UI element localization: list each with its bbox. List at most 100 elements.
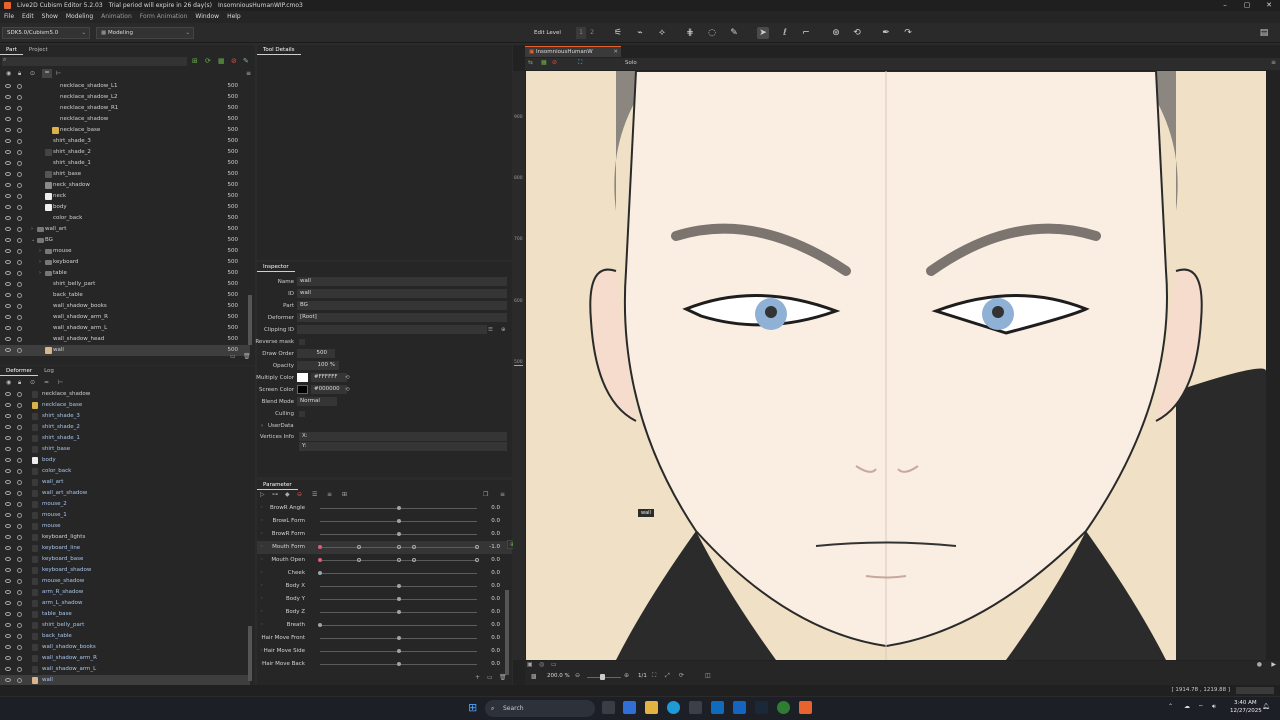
lock-toggle-icon[interactable] [17, 645, 22, 650]
lock-toggle-icon[interactable] [17, 656, 22, 661]
deformer-row[interactable]: wall_shadow_arm_L [0, 664, 250, 675]
part-row[interactable]: › wall_art 500 [0, 224, 250, 235]
visibility-eye-icon[interactable] [5, 557, 11, 561]
list-icon[interactable]: ☰ [312, 491, 317, 498]
parameter-slider[interactable] [320, 625, 477, 626]
parameter-value[interactable]: -1.0 [486, 541, 500, 554]
parameter-value[interactable]: 0.0 [486, 567, 500, 580]
part-row[interactable]: neck 500 [0, 191, 250, 202]
visibility-eye-icon[interactable] [5, 326, 11, 330]
parameter-row[interactable]: Body Z 0.0 ◦ [257, 606, 512, 619]
vr-icon[interactable]: ◫ [705, 672, 711, 679]
parameter-knob[interactable] [318, 545, 322, 549]
parameter-row[interactable]: BrowR Form 0.0 ◦ [257, 528, 512, 541]
close-icon[interactable]: ✕ [1258, 0, 1280, 11]
deformer-row[interactable]: shirt_shade_2 [0, 422, 250, 433]
visibility-eye-icon[interactable] [5, 128, 11, 132]
transform-icon[interactable]: ⊛ [830, 27, 842, 39]
lock-toggle-icon[interactable] [17, 491, 22, 496]
add-parameter-icon[interactable]: + [475, 674, 480, 681]
lock-toggle-icon[interactable] [17, 579, 22, 584]
outlook-icon[interactable] [711, 701, 724, 714]
part-row[interactable]: shirt_shade_1 500 [0, 158, 250, 169]
deformer-row[interactable]: shirt_shade_3 [0, 411, 250, 422]
visibility-eye-icon[interactable] [5, 392, 11, 396]
lock-toggle-icon[interactable] [17, 238, 22, 243]
parameter-link-icon[interactable]: ◦ [260, 528, 263, 541]
menu-edit[interactable]: Edit [18, 11, 38, 23]
zoom-slider-handle[interactable] [600, 674, 605, 680]
grid-part-icon[interactable]: ▦ [218, 57, 225, 65]
parameter-knob[interactable] [396, 649, 401, 653]
visibility-eye-icon[interactable] [5, 535, 11, 539]
lock-toggle-icon[interactable] [17, 535, 22, 540]
parameter-row[interactable]: BrowR Angle 0.0 ◦ [257, 502, 512, 515]
copy-icon[interactable]: ❐ [483, 491, 488, 498]
visibility-eye-icon[interactable] [5, 403, 11, 407]
visibility-eye-icon[interactable] [5, 447, 11, 451]
lock-toggle-icon[interactable] [17, 337, 22, 342]
notification-icon[interactable]: 🔔︎ [1262, 703, 1270, 710]
parameter-scrollbar[interactable] [505, 590, 509, 675]
parameter-row[interactable]: Mouth Open 0.0 ◦ [257, 554, 512, 567]
deformer-row[interactable]: keyboard_lights [0, 532, 250, 543]
parameter-link-icon[interactable]: ◦ [260, 658, 263, 671]
expand-arrow-icon[interactable]: › [31, 224, 33, 235]
visibility-eye-icon[interactable] [5, 414, 11, 418]
parameter-knob[interactable] [396, 506, 401, 510]
visibility-eye-icon[interactable] [5, 524, 11, 528]
keyform-dot[interactable] [412, 558, 417, 562]
delete-icon[interactable]: ⊘ [231, 57, 237, 65]
lock-toggle-icon[interactable] [17, 502, 22, 507]
visibility-eye-icon[interactable] [5, 205, 11, 209]
visibility-eye-icon[interactable] [5, 139, 11, 143]
close-icon[interactable]: ✕ [613, 47, 618, 57]
parameter-slider[interactable] [320, 573, 477, 574]
collapse-icon[interactable]: = [42, 69, 52, 78]
visibility-eye-icon[interactable] [5, 183, 11, 187]
visibility-eye-icon[interactable] [5, 95, 11, 99]
visibility-eye-icon[interactable] [5, 249, 11, 253]
parameter-value[interactable]: 0.0 [486, 528, 500, 541]
part-row[interactable]: necklace_shadow 500 [0, 114, 250, 125]
parameter-link-icon[interactable]: ◦ [260, 606, 263, 619]
part-row[interactable]: shirt_shade_2 500 [0, 147, 250, 158]
keyform-dot[interactable] [412, 545, 417, 549]
lock-toggle-icon[interactable] [17, 447, 22, 452]
keyform-dot[interactable] [396, 558, 401, 562]
zoom-value[interactable]: 200.0 % [547, 673, 570, 679]
lock-toggle-icon[interactable] [17, 249, 22, 254]
visibility-eye-icon[interactable] [5, 491, 11, 495]
parameter-link-icon[interactable]: ◦ [260, 515, 263, 528]
deformer-row[interactable]: body [0, 455, 250, 466]
part-row[interactable]: body 500 [0, 202, 250, 213]
visibility-eye-icon[interactable] [5, 678, 11, 682]
reset-icon[interactable]: ⟲ [345, 385, 350, 395]
draw-order-field[interactable]: 500 [297, 349, 335, 358]
play-icon[interactable]: ▶ [1271, 661, 1276, 668]
parameter-knob[interactable] [318, 623, 322, 627]
hierarchy-icon[interactable]: ⊢ [56, 70, 61, 77]
trash-icon[interactable]: 🗑︎ [243, 353, 251, 360]
parameter-knob[interactable] [396, 636, 401, 640]
live2d-taskbar-icon[interactable] [799, 701, 812, 714]
lock-toggle-icon[interactable] [17, 436, 22, 441]
visibility-eye-icon[interactable] [5, 480, 11, 484]
grid-icon[interactable]: ⋕ [684, 27, 696, 39]
visibility-eye-icon[interactable] [5, 150, 11, 154]
lock-toggle-icon[interactable] [17, 128, 22, 133]
menu-show[interactable]: Show [38, 11, 62, 23]
visibility-eye-icon[interactable] [5, 238, 11, 242]
tab-project[interactable]: Project [23, 45, 54, 55]
parameter-knob[interactable] [396, 532, 401, 536]
windows-start-icon[interactable]: ⊞ [468, 702, 480, 714]
refresh-icon[interactable]: ⟳ [205, 57, 211, 65]
lock-toggle-icon[interactable] [17, 546, 22, 551]
lock-toggle-icon[interactable] [17, 271, 22, 276]
fit-icon[interactable]: ⛶ [578, 59, 582, 67]
visibility-eye-icon[interactable] [5, 568, 11, 572]
part-select[interactable]: BG [297, 301, 507, 310]
lock-toggle-icon[interactable] [17, 590, 22, 595]
lock-toggle-icon[interactable] [17, 304, 22, 309]
app-icon[interactable] [733, 701, 746, 714]
